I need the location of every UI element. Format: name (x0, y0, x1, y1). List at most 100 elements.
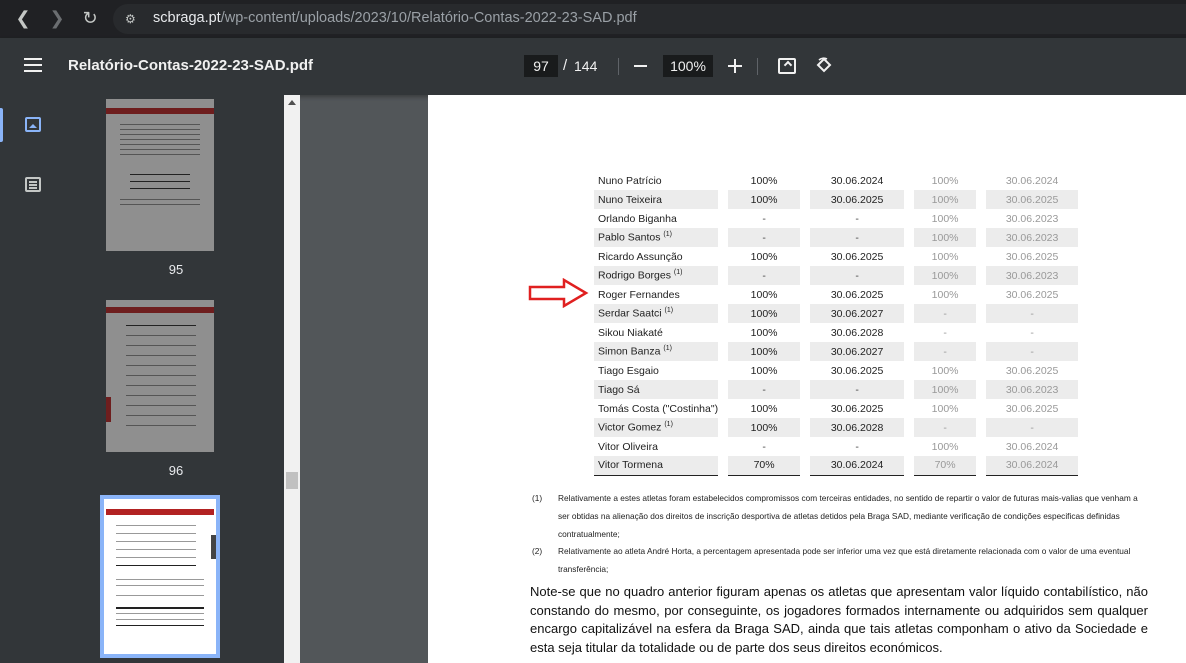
contract-end-previous-text: 30.06.2023 (1005, 212, 1059, 225)
contract-end-current: - (810, 266, 905, 285)
percentage-current: 100% (728, 247, 800, 266)
url-host: scbraga.pt (153, 10, 221, 26)
percentage-current-text: 70% (753, 459, 775, 472)
column-gap (904, 171, 914, 190)
percentage-current-text: 100% (750, 307, 778, 320)
rotate-icon[interactable] (815, 57, 833, 75)
player-name-text: Sikou Niakaté (598, 326, 663, 339)
contract-end-previous: - (986, 342, 1079, 361)
contract-end-previous-text: - (1030, 345, 1034, 358)
contract-end-previous-text: 30.06.2025 (1005, 402, 1059, 415)
percentage-current-text: - (762, 269, 766, 282)
percentage-previous: - (914, 418, 977, 437)
percentage-current-text: - (762, 212, 766, 225)
zoom-in-icon[interactable] (727, 58, 743, 74)
fit-page-icon[interactable] (778, 58, 796, 74)
contract-end-previous-text: 30.06.2025 (1005, 250, 1059, 263)
column-gap (800, 399, 810, 418)
column-gap (800, 418, 810, 437)
column-gap (800, 171, 810, 190)
toolbar-divider (757, 58, 758, 75)
percentage-previous: - (914, 304, 977, 323)
contract-end-current: 30.06.2025 (810, 399, 904, 418)
contract-end-current: 30.06.2027 (810, 304, 905, 323)
column-gap (800, 361, 810, 380)
column-gap (800, 266, 810, 285)
column-gap (800, 247, 810, 266)
pdf-page: Nuno Patrício 100% 30.06.2024 100% 30.06.202… (428, 95, 1186, 663)
contract-end-previous-text: 30.06.2024 (1005, 459, 1059, 472)
column-gap (976, 437, 986, 456)
percentage-previous-text: - (943, 421, 947, 434)
document-outline-icon[interactable] (25, 177, 41, 192)
percentage-previous: 100% (914, 380, 977, 399)
contract-end-current-text: 30.06.2025 (830, 193, 884, 206)
percentage-current-text: - (762, 231, 766, 244)
column-gap (800, 456, 810, 475)
back-arrow-icon[interactable]: ❮ (12, 8, 34, 30)
column-gap (800, 190, 810, 209)
menu-icon[interactable] (24, 58, 42, 72)
column-gap (976, 361, 986, 380)
contract-end-previous-text: 30.06.2025 (1005, 288, 1059, 301)
table-row: Rodrigo Borges (1) - - 100% 30.06.2023 (594, 266, 1079, 285)
column-gap (800, 285, 810, 304)
reload-icon[interactable]: ↻ (79, 8, 101, 30)
player-name-text: Vitor Oliveira (598, 440, 658, 453)
player-name: Nuno Teixeira (594, 190, 719, 209)
contract-end-previous-text: - (1030, 421, 1034, 434)
url-text[interactable]: scbraga.pt/wp-content/uploads/2023/10/Re… (153, 10, 637, 26)
player-name-text: Simon Banza (598, 345, 661, 358)
column-gap (904, 266, 914, 285)
contract-end-previous: - (986, 304, 1079, 323)
page-number-input[interactable]: 97 (524, 55, 558, 77)
player-name: Orlando Biganha (594, 209, 718, 228)
zoom-out-icon[interactable] (634, 65, 647, 67)
contract-end-current-text: - (855, 212, 859, 225)
contract-end-current-text: - (855, 383, 859, 396)
contract-end-current: - (810, 209, 904, 228)
percentage-previous-text: 100% (931, 440, 959, 453)
scrollbar-thumb[interactable] (286, 472, 298, 489)
column-gap (904, 304, 914, 323)
contract-end-current: - (810, 228, 905, 247)
forward-arrow-icon[interactable]: ❯ (46, 8, 68, 30)
footnote-text: Relativamente a estes atletas foram esta… (558, 493, 1138, 539)
percentage-current-text: 100% (750, 288, 778, 301)
player-name-text: Ricardo Assunção (598, 250, 683, 263)
scroll-up-arrow-icon[interactable] (288, 100, 296, 105)
column-gap (800, 342, 810, 361)
contract-end-current-text: - (855, 231, 859, 244)
thumbnails-icon[interactable] (25, 117, 41, 132)
address-bar[interactable]: ⚙ scbraga.pt/wp-content/uploads/2023/10/… (113, 4, 1186, 34)
column-gap (904, 323, 914, 342)
footnote-ref: (1) (664, 421, 673, 429)
thumbnails-scrollbar[interactable] (284, 95, 300, 663)
rail-active-indicator (0, 108, 3, 142)
thumbnail-page-96[interactable] (106, 300, 214, 452)
player-name-text: Tomás Costa ("Costinha") (598, 402, 719, 415)
percentage-previous-text: 100% (931, 193, 959, 206)
footnote-ref: (1) (663, 231, 672, 239)
contract-end-previous-text: 30.06.2023 (1005, 231, 1059, 244)
player-name: Sikou Niakaté (594, 323, 718, 342)
percentage-previous: 70% (914, 456, 977, 476)
thumbnail-page-97-selected[interactable] (100, 495, 220, 658)
site-info-icon[interactable]: ⚙ (125, 11, 141, 27)
pdf-toolbar: Relatório-Contas-2022-23-SAD.pdf 97 / 14… (0, 38, 1186, 95)
column-gap (976, 323, 986, 342)
table-row: Orlando Biganha - - 100% 30.06.2023 (594, 209, 1078, 228)
zoom-input[interactable]: 100% (663, 55, 713, 77)
percentage-previous-text: 100% (931, 402, 959, 415)
column-gap (904, 209, 914, 228)
percentage-current: - (728, 209, 800, 228)
contract-end-current-text: 30.06.2027 (830, 307, 884, 320)
percentage-current-text: 100% (750, 345, 778, 358)
body-paragraph: Note-se que no quadro anterior figuram a… (530, 584, 1148, 655)
contract-end-current-text: 30.06.2025 (830, 364, 884, 377)
percentage-previous: 100% (914, 209, 976, 228)
footnote-ref: (1) (673, 269, 683, 277)
column-gap (800, 437, 810, 456)
player-name: Tomás Costa ("Costinha") (594, 399, 718, 418)
thumbnail-page-95[interactable] (106, 99, 214, 251)
